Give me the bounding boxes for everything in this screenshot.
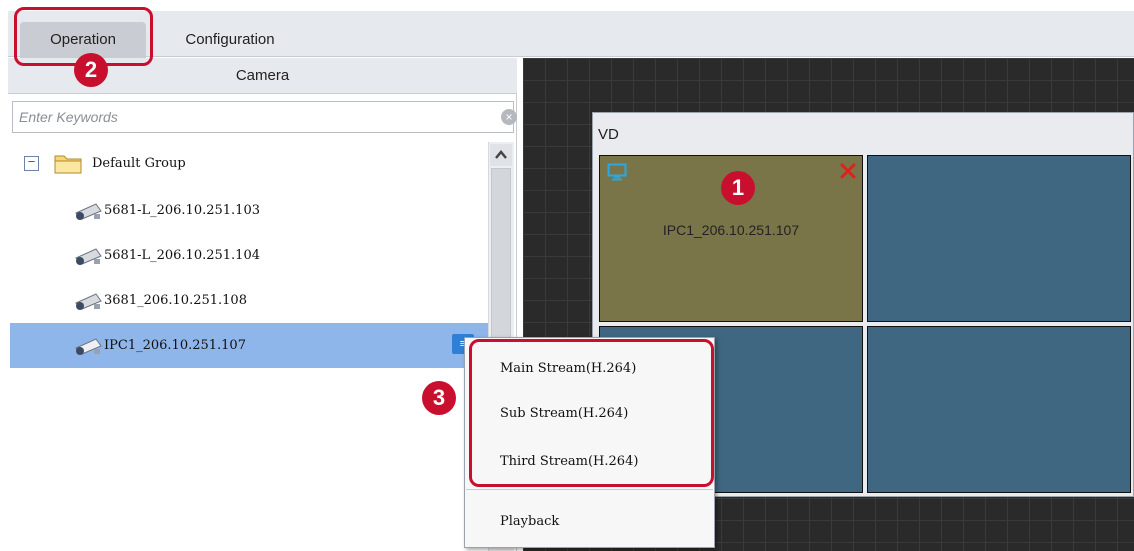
tree-camera-row[interactable]: 5681-L_206.10.251.104 — [10, 233, 488, 278]
tab-configuration[interactable]: Configuration — [160, 22, 300, 58]
video-wall-title: VD — [598, 126, 619, 143]
tree-group-row[interactable]: − Default Group — [10, 141, 488, 186]
pane-camera-label: IPC1_206.10.251.107 — [662, 222, 800, 238]
monitor-icon[interactable] — [607, 163, 627, 181]
clear-icon[interactable]: × — [501, 109, 517, 125]
tree-camera-label: 3681_206.10.251.108 — [104, 293, 247, 308]
callout-box-streams — [469, 339, 714, 487]
collapse-toggle-icon[interactable]: − — [24, 156, 39, 171]
tree-camera-row[interactable]: 3681_206.10.251.108 — [10, 278, 488, 323]
scroll-up-icon[interactable] — [490, 144, 512, 166]
tree-camera-row-selected[interactable]: IPC1_206.10.251.107 — [10, 323, 488, 368]
close-icon[interactable] — [840, 163, 856, 179]
tree-camera-label: IPC1_206.10.251.107 — [104, 338, 246, 353]
video-pane-4[interactable] — [867, 326, 1131, 493]
camera-icon — [75, 248, 102, 265]
tree-group-label: Default Group — [92, 156, 186, 171]
tree-camera-label: 5681-L_206.10.251.104 — [104, 248, 260, 263]
menu-item-playback[interactable]: Playback — [500, 507, 559, 537]
tree-camera-row[interactable]: 5681-L_206.10.251.103 — [10, 188, 488, 233]
video-pane-2[interactable] — [867, 155, 1131, 322]
camera-icon — [75, 338, 102, 355]
camera-icon — [75, 203, 102, 220]
callout-badge-1: 1 — [721, 171, 755, 205]
callout-badge-3: 3 — [422, 381, 456, 415]
callout-badge-2: 2 — [74, 53, 108, 87]
folder-icon — [54, 155, 82, 174]
menu-separator — [466, 489, 713, 490]
search-box: × — [12, 101, 517, 133]
camera-icon — [75, 293, 102, 310]
search-input[interactable] — [13, 102, 495, 132]
tree-camera-label: 5681-L_206.10.251.103 — [104, 203, 260, 218]
